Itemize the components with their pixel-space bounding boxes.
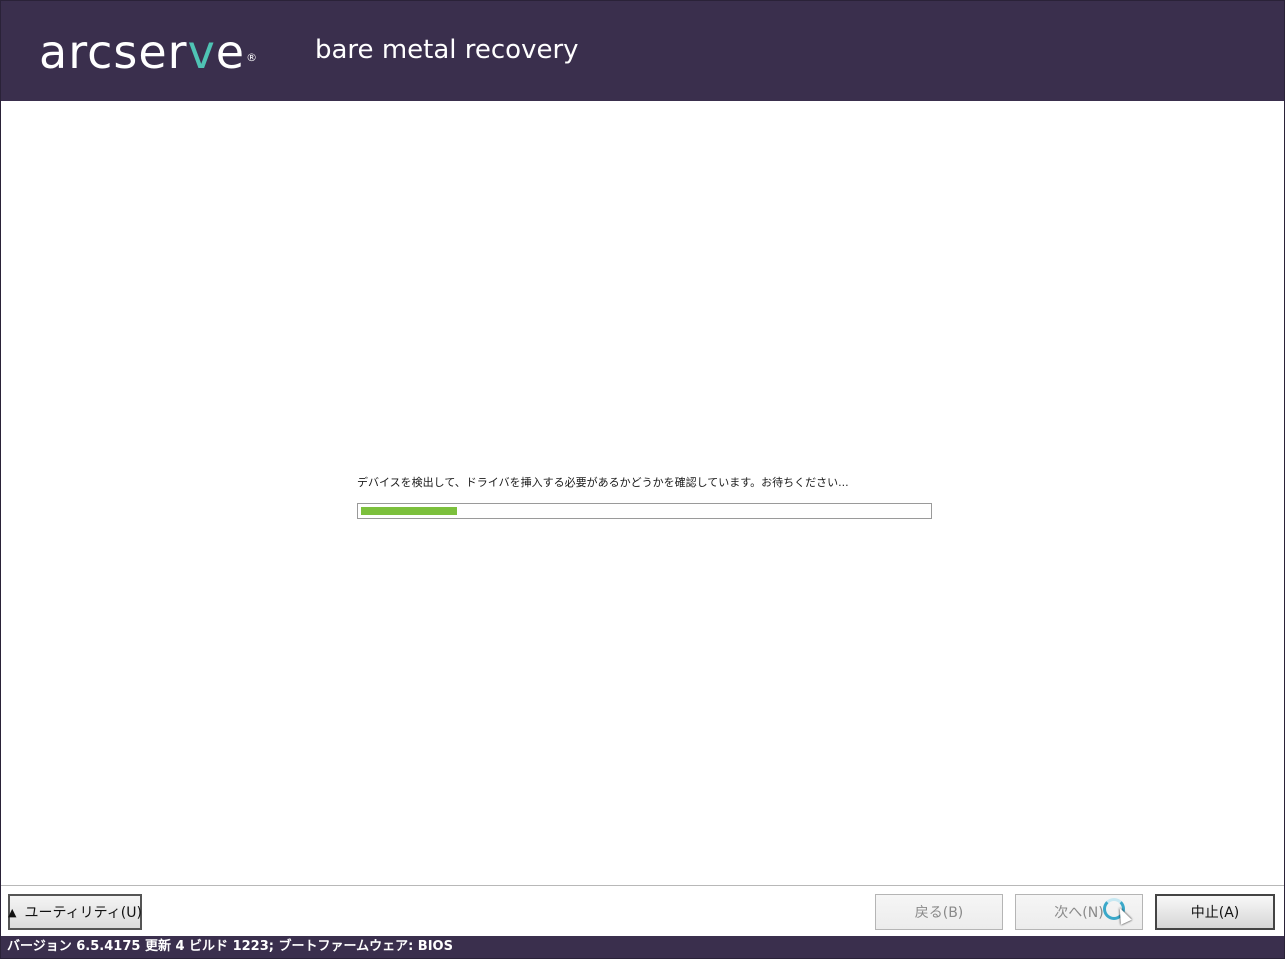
back-button[interactable]: 戻る(B): [875, 894, 1003, 930]
abort-button[interactable]: 中止(A): [1155, 894, 1275, 930]
logo-text-accent: v: [187, 25, 216, 79]
abort-button-label: 中止(A): [1190, 905, 1240, 921]
next-button-label: 次へ(N): [1054, 905, 1104, 921]
status-message: デバイスを検出して、ドライバを挿入する必要があるかどうかを確認しています。お待ち…: [357, 476, 849, 489]
logo-text-prefix: arcser: [39, 25, 188, 79]
footer-button-bar: ▲ ユーティリティ(U) 戻る(B) 次へ(N) 中止(A): [1, 885, 1284, 936]
triangle-up-icon: ▲: [8, 905, 17, 919]
version-text: バージョン 6.5.4175 更新 4 ビルド 1223; ブートファームウェア…: [7, 939, 453, 954]
header-bar: arcserve® bare metal recovery: [1, 1, 1284, 101]
bmr-window: arcserve® bare metal recovery デバイスを検出して、…: [0, 0, 1285, 959]
version-status-bar: バージョン 6.5.4175 更新 4 ビルド 1223; ブートファームウェア…: [1, 936, 1284, 958]
logo-registered-mark: ®: [246, 51, 259, 64]
product-name: bare metal recovery: [315, 35, 579, 65]
arcserve-logo: arcserve®: [39, 25, 258, 79]
utility-button-label: ユーティリティ(U): [24, 905, 142, 921]
logo-text-suffix: e: [215, 25, 246, 79]
main-content: デバイスを検出して、ドライバを挿入する必要があるかどうかを確認しています。お待ち…: [1, 101, 1284, 885]
progress-bar-fill: [361, 507, 457, 515]
progress-bar: [357, 503, 932, 519]
utility-button[interactable]: ▲ ユーティリティ(U): [8, 894, 142, 930]
back-button-label: 戻る(B): [914, 905, 964, 921]
